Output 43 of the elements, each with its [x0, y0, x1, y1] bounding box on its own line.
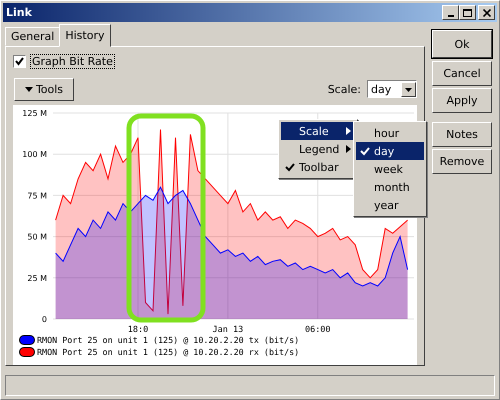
axis-label: 0	[42, 315, 47, 324]
axis-label: 06:00	[304, 325, 331, 335]
minimize-icon	[448, 14, 454, 16]
axis-label: Jan 13	[212, 325, 244, 335]
check-icon	[284, 162, 296, 172]
close-button[interactable]	[478, 5, 495, 20]
legend-label: RMON Port 25 on unit 1 (125) @ 10.20.2.20 rx (bit/s)	[37, 347, 300, 357]
dialog-button[interactable]: Notes	[432, 122, 492, 147]
tab[interactable]: History	[59, 24, 110, 47]
scale-dropdown[interactable]: day	[367, 80, 417, 98]
caret-icon	[24, 86, 33, 92]
legend-label: RMON Port 25 on unit 1 (125) @ 10.20.2.20 tx (bit/s)	[37, 335, 300, 345]
axis-label: 25 M	[27, 274, 47, 283]
menu-item[interactable]: day	[356, 142, 424, 160]
axis-label: 125 M	[22, 109, 47, 118]
dialog-button[interactable]: Ok	[432, 30, 492, 58]
submenu-arrow-icon	[346, 145, 351, 153]
dialog-button[interactable]: Apply	[432, 88, 492, 113]
minimize-button[interactable]	[442, 5, 459, 20]
menu-item[interactable]: Toolbar	[281, 158, 355, 176]
menu-item[interactable]: week	[356, 160, 424, 178]
check-icon	[359, 146, 371, 156]
checkbox-label[interactable]: Graph Bit Rate	[30, 54, 115, 68]
menu-item[interactable]: year	[356, 196, 424, 214]
submenu-arrow-icon	[346, 127, 351, 135]
axis-label: 18:0	[128, 325, 148, 335]
dialog-button[interactable]: Cancel	[432, 61, 492, 86]
dialog-button[interactable]: Remove	[432, 149, 492, 174]
scale-label: Scale:	[328, 82, 361, 96]
close-icon	[482, 8, 490, 16]
axis-label: 100 M	[22, 150, 47, 160]
menu-item[interactable]: Legend	[281, 140, 355, 158]
tools-button[interactable]: Tools	[14, 78, 74, 100]
tab[interactable]: General	[5, 27, 60, 46]
menu-item[interactable]: hour	[356, 124, 424, 142]
menu-item[interactable]: Scale	[281, 122, 355, 140]
maximize-icon	[463, 8, 472, 16]
checkbox[interactable]	[13, 54, 26, 68]
maximize-button[interactable]	[459, 5, 476, 20]
axis-label: 50 M	[27, 232, 47, 242]
menu-item[interactable]: month	[356, 178, 424, 196]
axis-label: 75 M	[27, 191, 47, 200]
window-title: Link	[6, 6, 32, 19]
